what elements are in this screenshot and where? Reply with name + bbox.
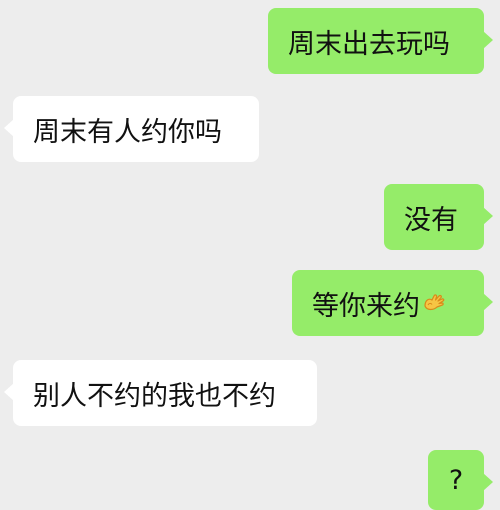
wave-hand-emoji-icon bbox=[422, 292, 448, 314]
message-text: 没有 bbox=[404, 204, 458, 236]
message-bubble-incoming[interactable]: 周末有人约你吗 bbox=[4, 96, 259, 162]
message-text: 别人不约的我也不约 bbox=[33, 380, 276, 412]
message-text: 等你来约 bbox=[312, 290, 420, 322]
message-bubble-outgoing[interactable]: 周末出去玩吗 bbox=[268, 8, 493, 74]
message-bubble-outgoing[interactable]: 没有 bbox=[384, 184, 493, 250]
message-text: ? bbox=[448, 464, 464, 496]
message-bubble-outgoing[interactable]: ? bbox=[428, 450, 493, 510]
message-bubble-incoming[interactable]: 别人不约的我也不约 bbox=[4, 360, 317, 426]
message-bubble-outgoing[interactable]: 等你来约 bbox=[292, 270, 493, 336]
message-text: 周末出去玩吗 bbox=[288, 28, 450, 60]
chat-message-list: 周末出去玩吗 周末有人约你吗 没有 等你来约 别人不约的我也不约 ? bbox=[0, 0, 500, 510]
message-text: 周末有人约你吗 bbox=[33, 116, 222, 148]
